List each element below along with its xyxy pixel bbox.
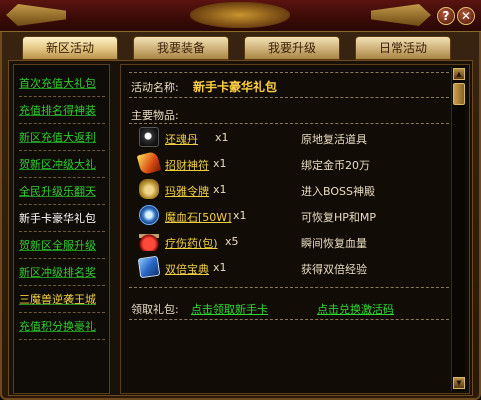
item-name[interactable]: 疗伤药(包) xyxy=(165,235,218,251)
tab-new-server-events[interactable]: 新区活动 xyxy=(22,36,118,60)
main-content: 活动名称: 新手卡豪华礼包 主要物品: 还魂丹 x1 原地复活道具 招财神符 x… xyxy=(120,64,470,394)
stone-icon[interactable] xyxy=(139,205,159,225)
sidebar-item-all-level-up[interactable]: 全民升级乐翻天 xyxy=(19,183,107,201)
divider xyxy=(19,285,105,286)
scroll-token-icon[interactable] xyxy=(139,179,159,199)
tab-bar: 新区活动 我要装备 我要升级 日常活动 xyxy=(14,36,467,60)
divider xyxy=(129,287,449,288)
claim-label: 领取礼包: xyxy=(131,303,179,316)
ornament-right xyxy=(371,4,431,26)
divider xyxy=(129,123,449,124)
items-label: 主要物品: xyxy=(131,109,179,122)
ornament-center xyxy=(190,2,290,28)
item-qty: x1 xyxy=(213,183,227,196)
redeem-code-link[interactable]: 点击兑换激活码 xyxy=(317,301,394,317)
scrollbar[interactable]: ▲ ▼ xyxy=(451,67,465,391)
divider xyxy=(19,123,105,124)
sidebar-item-recharge-ranking[interactable]: 充值排名得神装 xyxy=(19,102,107,120)
divider xyxy=(19,204,105,205)
divider xyxy=(19,150,105,151)
divider xyxy=(19,339,105,340)
item-qty: x5 xyxy=(225,235,239,248)
sidebar-item-newbie-card[interactable]: 新手卡豪华礼包 xyxy=(19,210,107,228)
book-icon[interactable] xyxy=(137,255,161,279)
tab-level-up[interactable]: 我要升级 xyxy=(244,36,340,60)
sidebar: 首次充值大礼包 充值排名得神装 新区充值大返利 贺新区冲级大礼 全民升级乐翻天 … xyxy=(13,64,110,394)
scrollbar-thumb[interactable] xyxy=(453,83,465,105)
pill-icon[interactable] xyxy=(139,127,159,147)
divider xyxy=(19,177,105,178)
divider xyxy=(129,97,449,98)
divider xyxy=(129,319,449,320)
talisman-icon[interactable] xyxy=(136,150,162,176)
item-qty: x1 xyxy=(213,261,227,274)
sidebar-item-first-recharge[interactable]: 首次充值大礼包 xyxy=(19,75,107,93)
sidebar-item-beast-counterattack[interactable]: 三魔兽逆袭王城 xyxy=(19,291,107,309)
ornament-left xyxy=(6,4,66,26)
sidebar-item-points-exchange[interactable]: 充值积分换豪礼 xyxy=(19,318,107,336)
item-desc: 可恢复HP和MP xyxy=(301,211,377,224)
potion-icon[interactable] xyxy=(139,231,159,251)
scroll-up-icon[interactable]: ▲ xyxy=(453,68,465,80)
item-name[interactable]: 双倍宝典 xyxy=(165,261,209,277)
tab-daily-events[interactable]: 日常活动 xyxy=(355,36,451,60)
divider xyxy=(19,312,105,313)
item-desc: 绑定金币20万 xyxy=(301,159,370,172)
item-desc: 原地复活道具 xyxy=(301,133,367,146)
sidebar-item-level-rush-gift[interactable]: 贺新区冲级大礼 xyxy=(19,156,107,174)
item-qty: x1 xyxy=(213,157,227,170)
sidebar-item-server-wide-level[interactable]: 贺新区全服升级 xyxy=(19,237,107,255)
item-qty: x1 xyxy=(233,209,247,222)
title-bar: ? ✕ xyxy=(0,0,481,32)
close-button[interactable]: ✕ xyxy=(457,7,475,25)
divider xyxy=(19,258,105,259)
tab-get-equipment[interactable]: 我要装备 xyxy=(133,36,229,60)
item-desc: 获得双倍经验 xyxy=(301,263,367,276)
scroll-down-icon[interactable]: ▼ xyxy=(453,377,465,389)
item-desc: 瞬间恢复血量 xyxy=(301,237,367,250)
claim-newbie-card-link[interactable]: 点击领取新手卡 xyxy=(191,301,268,317)
item-name[interactable]: 招财神符 xyxy=(165,157,209,173)
activity-name-value: 新手卡豪华礼包 xyxy=(193,80,278,94)
sidebar-item-recharge-rebate[interactable]: 新区充值大返利 xyxy=(19,129,107,147)
divider xyxy=(129,72,449,73)
item-name[interactable]: 玛雅令牌 xyxy=(165,183,209,199)
divider xyxy=(19,96,105,97)
item-name[interactable]: 还魂丹 xyxy=(165,131,198,147)
divider xyxy=(19,231,105,232)
item-name[interactable]: 魔血石[50W] xyxy=(165,209,231,225)
activity-name-label: 活动名称: xyxy=(131,81,179,94)
help-button[interactable]: ? xyxy=(437,7,455,25)
item-qty: x1 xyxy=(215,131,229,144)
item-desc: 进入BOSS神殿 xyxy=(301,185,375,198)
sidebar-item-level-ranking[interactable]: 新区冲级排名奖 xyxy=(19,264,107,282)
